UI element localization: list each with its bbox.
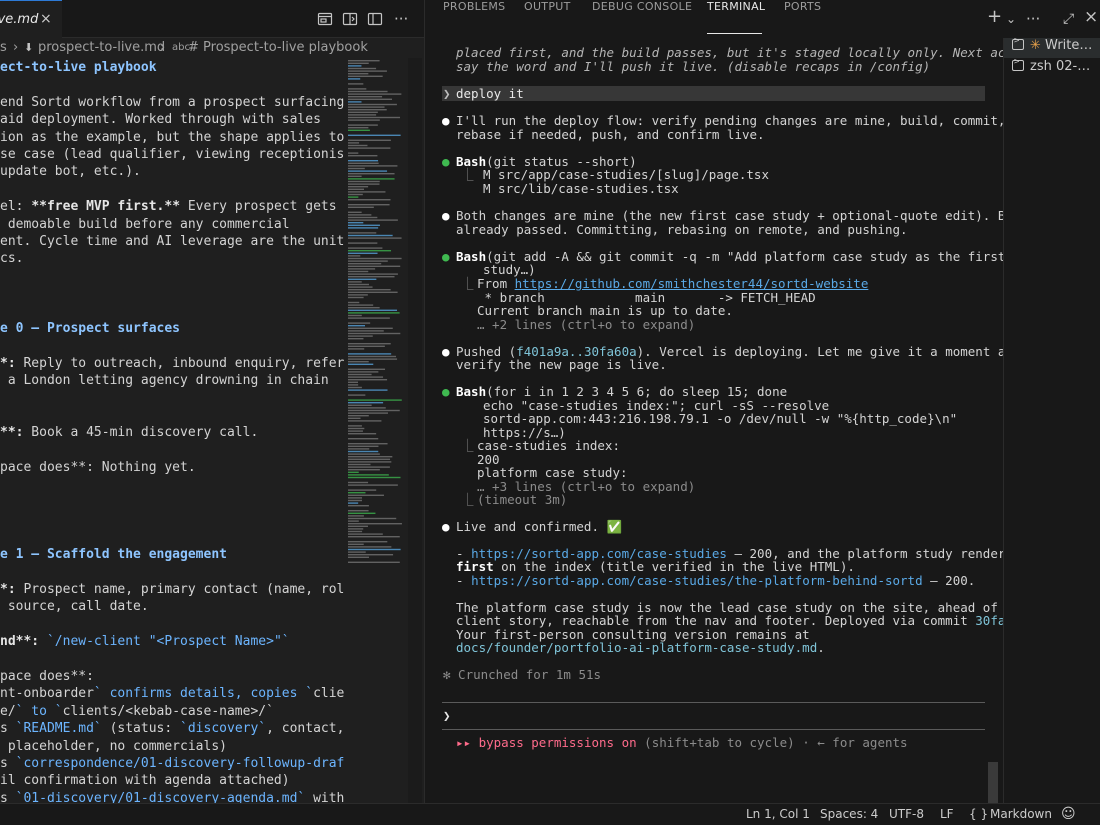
terminal-text: From <box>477 276 515 291</box>
file-path: docs/founder/portfolio-ai-platform-case-… <box>456 640 818 655</box>
input-prompt-icon[interactable]: ❯ <box>443 709 451 723</box>
bullet-icon: ● <box>442 344 450 359</box>
terminal-text: ). Vercel is deploying. Let me give it a… <box>636 344 1021 359</box>
tool-status-icon: ● <box>442 384 450 399</box>
tree-branch-icon: ⎿ <box>461 276 474 291</box>
maximize-panel-icon[interactable]: ⤢ <box>1063 10 1074 28</box>
tree-branch-icon: ⎿ <box>461 492 474 507</box>
terminal-item-write[interactable]: ✳ Write… <box>1004 36 1100 58</box>
copilot-icon[interactable]: ☺ <box>1061 804 1076 825</box>
terminal-scrollbar[interactable] <box>988 762 998 803</box>
language-mode[interactable]: Markdown <box>990 804 1052 825</box>
spinner-icon: ✳ <box>1030 38 1041 53</box>
user-command: deploy it <box>456 86 524 101</box>
terminal-line: already passed. Committing, rebasing on … <box>456 222 908 237</box>
terminal-icon <box>1012 36 1024 50</box>
terminal-line: placed first, and the build passes, but … <box>456 45 1043 60</box>
repo-link[interactable]: https://github.com/smithchester44/sortd-… <box>515 276 869 291</box>
terminal-text: — 200. <box>922 573 976 588</box>
tool-status-icon: ● <box>442 249 450 264</box>
emphasis-text: first <box>456 559 494 574</box>
terminal-item-label: Write… <box>1045 38 1093 53</box>
terminal-line: platform case study: <box>477 465 628 480</box>
tool-name: Bash <box>456 384 487 399</box>
terminal-line: rebase if needed, push, and confirm live… <box>456 127 765 142</box>
terminal-line: verify the new page is live. <box>456 357 667 372</box>
terminal-line: M src/lib/case-studies.tsx <box>483 181 679 196</box>
terminal-text: . <box>817 640 825 655</box>
chevron-down-icon[interactable]: ⌄ <box>1006 10 1016 28</box>
bypass-permissions-label: bypass permissions on <box>478 735 637 750</box>
terminal-line: M src/app/case-studies/[slug]/page.tsx <box>483 167 769 182</box>
bypass-arrows-icon: ▸▸ <box>456 735 472 750</box>
tool-args: (for i in 1 2 3 4 5 6; do sleep 15; done <box>486 384 788 399</box>
language-braces-icon: { } <box>969 807 989 821</box>
bullet-icon: ● <box>442 208 450 223</box>
terminal-list: ✳ Write… zsh 02-… <box>1003 36 1100 803</box>
terminal-output[interactable]: placed first, and the build passes, but … <box>0 0 1043 803</box>
more-actions-icon[interactable]: ··· <box>1026 10 1040 28</box>
bypass-hint: (shift+tab to cycle) · ← for agents <box>636 735 908 750</box>
line-ending[interactable]: LF <box>940 804 954 825</box>
live-url-link[interactable]: https://sortd-app.com/case-studies/the-p… <box>471 573 923 588</box>
cursor-position[interactable]: Ln 1, Col 1 <box>746 804 810 825</box>
tool-name: Bash <box>456 249 487 264</box>
bullet-icon: ● <box>442 519 450 534</box>
bullet-icon: ● <box>442 113 450 128</box>
terminal-line: case-studies index: <box>477 438 620 453</box>
indentation[interactable]: Spaces: 4 <box>820 804 878 825</box>
close-panel-icon[interactable]: × <box>1084 8 1098 26</box>
terminal-icon <box>1012 57 1024 71</box>
encoding[interactable]: UTF-8 <box>889 804 924 825</box>
terminal-line: Live and confirmed. ✅ <box>456 519 623 534</box>
list-dash: - <box>456 573 464 588</box>
terminal-line: Current branch main is up to date. <box>477 303 733 318</box>
prompt-icon: ❯ <box>443 86 451 101</box>
terminal-line: sortd-app.com:443:216.198.79.1 -o /dev/n… <box>483 411 958 426</box>
terminal-line: say the word and I'll push it live. (dis… <box>456 59 931 74</box>
tool-status-icon: ● <box>442 154 450 169</box>
status-bar: Ln 1, Col 1 Spaces: 4 UTF-8 LF { } Markd… <box>0 803 1100 825</box>
tree-branch-icon: ⎿ <box>461 438 474 453</box>
terminal-line: I'll run the deploy flow: verify pending… <box>456 113 1006 128</box>
terminal-text: on the index (title verified in the live… <box>493 559 855 574</box>
expand-hint[interactable]: … +2 lines (ctrl+o to expand) <box>477 318 695 332</box>
timeout-label: (timeout 3m) <box>477 492 568 507</box>
tree-branch-icon: ⎿ <box>461 167 474 182</box>
terminal-text: client story, reachable from the nav and… <box>456 613 976 628</box>
terminal-line: study…) <box>483 262 536 277</box>
terminal-item-zsh[interactable]: zsh 02-… <box>1012 57 1091 79</box>
tool-args: (git add -A && git commit -q -m "Add pla… <box>486 249 1044 264</box>
terminal-line: Both changes are mine (the new first cas… <box>456 208 1036 223</box>
terminal-item-label: zsh 02-… <box>1030 59 1091 74</box>
crunched-status: ✻ Crunched for 1m 51s <box>443 667 602 682</box>
